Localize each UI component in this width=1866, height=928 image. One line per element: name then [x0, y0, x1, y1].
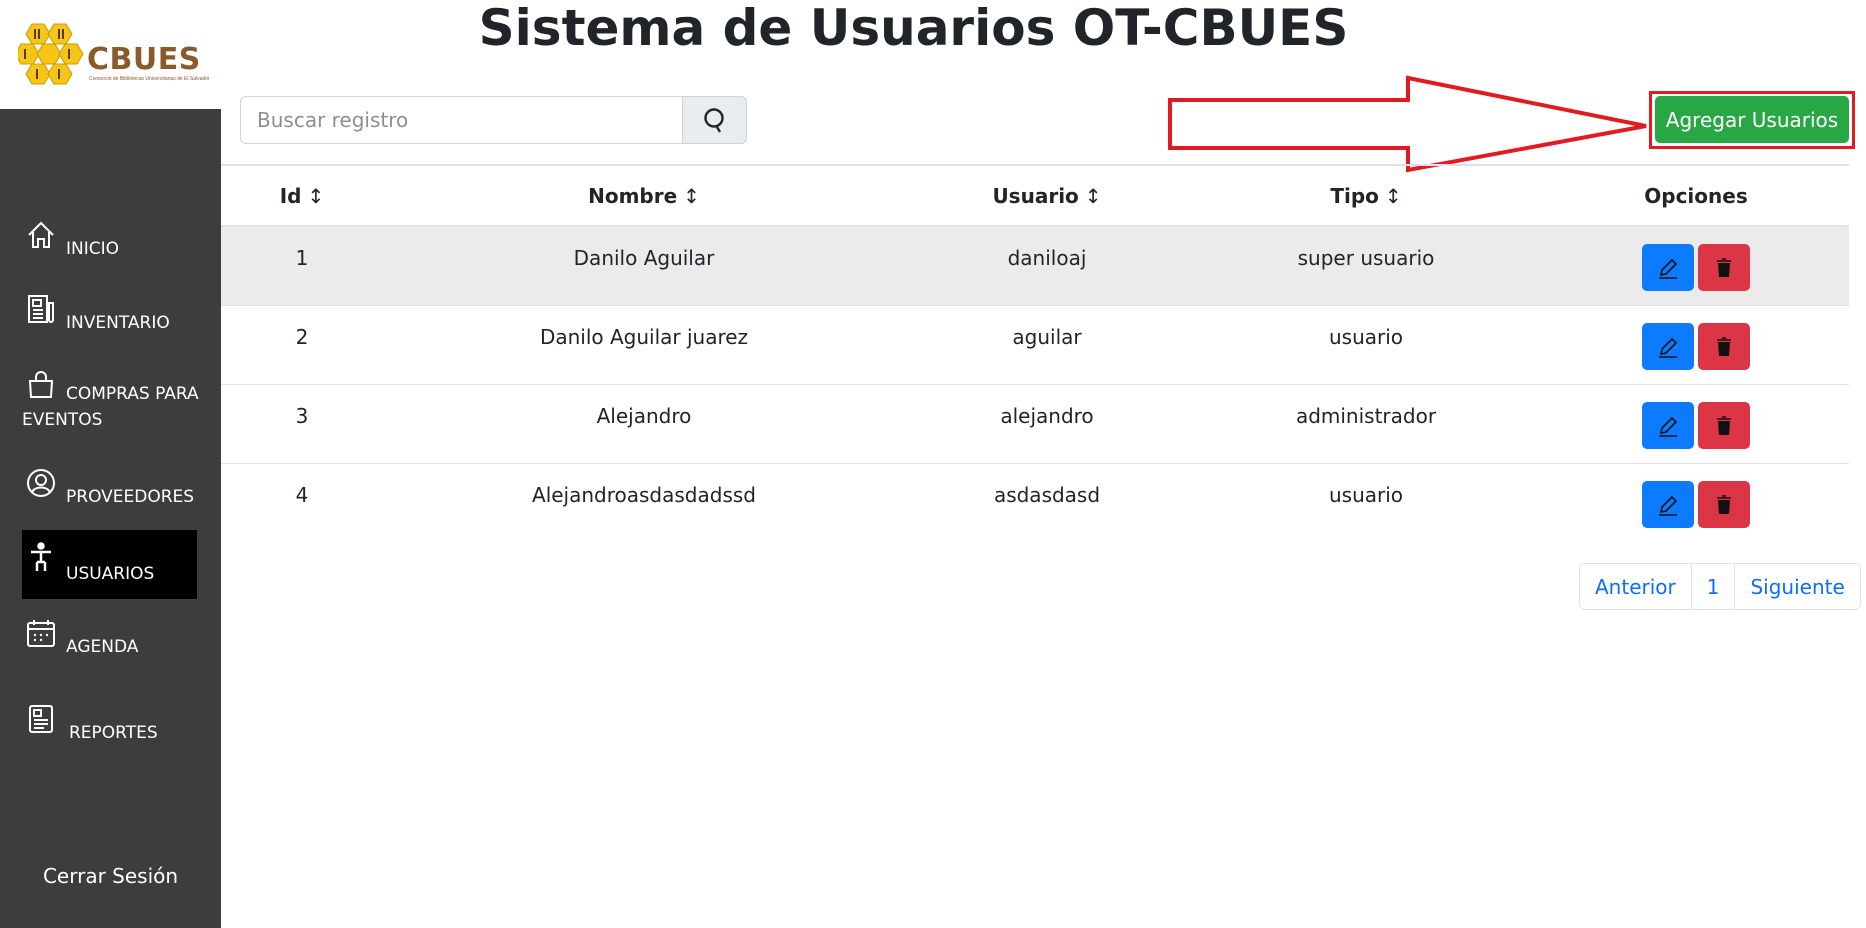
- column-header-label: Id: [279, 184, 302, 208]
- sidebar-item-reportes[interactable]: REPORTES: [22, 703, 198, 747]
- pencil-icon: [1659, 495, 1678, 516]
- cell-usuario: asdasdasd: [993, 483, 1101, 507]
- column-header-label: Tipo: [1330, 184, 1379, 208]
- sort-icon: ↕: [307, 184, 325, 208]
- sidebar-item-label-line2: EVENTOS: [22, 410, 103, 430]
- edit-button[interactable]: [1642, 244, 1694, 291]
- cell-nombre: Danilo Aguilar juarez: [539, 325, 749, 349]
- cell-tipo: usuario: [1328, 483, 1404, 507]
- sidebar-item-inicio[interactable]: INICIO: [22, 219, 198, 263]
- cell-tipo: usuario: [1328, 325, 1404, 349]
- sidebar-item-label: AGENDA: [66, 637, 139, 657]
- cell-usuario: aguilar: [1012, 325, 1082, 349]
- table-header: Id ↕ Nombre ↕ Usuario ↕ Tipo ↕ Opciones: [221, 164, 1849, 227]
- sort-icon: ↕: [1084, 184, 1102, 208]
- table-row: 2 Danilo Aguilar juarez aguilar usuario: [221, 306, 1849, 385]
- calendar-icon: [27, 620, 55, 647]
- add-users-button[interactable]: Agregar Usuarios: [1655, 96, 1849, 143]
- sidebar-item-label: INVENTARIO: [66, 313, 170, 333]
- sidebar-item-inventario[interactable]: INVENTARIO: [22, 293, 198, 337]
- search-bar: [240, 96, 747, 144]
- sidebar-item-usuarios[interactable]: USUARIOS: [22, 530, 197, 599]
- table-row: 3 Alejandro alejandro administrador: [221, 385, 1849, 464]
- sidebar-item-label: INICIO: [66, 239, 120, 259]
- sidebar-item-agenda[interactable]: AGENDA: [22, 617, 198, 661]
- cell-tipo: super usuario: [1297, 246, 1435, 270]
- person-standing-icon: [31, 542, 51, 571]
- cell-nombre: Danilo Aguilar: [573, 246, 715, 270]
- pencil-icon: [1659, 416, 1678, 437]
- sidebar-item-label: REPORTES: [69, 723, 158, 743]
- sidebar-item-compras[interactable]: COMPRAS PARA EVENTOS: [22, 369, 199, 441]
- sidebar-item-label: USUARIOS: [66, 564, 155, 584]
- trash-icon: [1717, 336, 1731, 356]
- shopping-bag-icon: [28, 371, 54, 398]
- users-table: Id ↕ Nombre ↕ Usuario ↕ Tipo ↕ Opciones 1 Da…: [221, 164, 1849, 543]
- search-button[interactable]: [683, 96, 747, 144]
- report-icon: [29, 705, 53, 733]
- delete-button[interactable]: [1698, 402, 1750, 449]
- column-header-opciones: Opciones: [1644, 184, 1747, 208]
- column-header-label: Opciones: [1644, 184, 1748, 208]
- trash-icon: [1717, 494, 1731, 514]
- delete-button[interactable]: [1698, 244, 1750, 291]
- cell-id: 1: [295, 246, 309, 270]
- cell-id: 3: [295, 404, 309, 428]
- delete-button[interactable]: [1698, 323, 1750, 370]
- sort-icon: ↕: [683, 184, 700, 208]
- column-header-id[interactable]: Id ↕: [280, 184, 325, 208]
- delete-button[interactable]: [1698, 481, 1750, 528]
- newspaper-icon: [28, 295, 54, 323]
- trash-icon: [1717, 257, 1731, 277]
- sidebar-item-label-line1: COMPRAS PARA: [66, 384, 199, 404]
- cell-usuario: daniloaj: [1007, 246, 1087, 270]
- edit-button[interactable]: [1642, 323, 1694, 370]
- cell-id: 4: [295, 483, 309, 507]
- sidebar-item-label: PROVEEDORES: [66, 487, 195, 507]
- trash-icon: [1717, 415, 1731, 435]
- pagination-next[interactable]: Siguiente: [1735, 564, 1859, 609]
- sidebar-item-proveedores[interactable]: PROVEEDORES: [22, 467, 198, 511]
- table-row: 4 Alejandroasdasdadssd asdasdasd usuario: [221, 464, 1849, 543]
- column-header-label: Usuario: [992, 184, 1079, 208]
- edit-button[interactable]: [1642, 481, 1694, 528]
- logo-subtitle: Consorcio de Bibliotecas Universitarias …: [89, 76, 210, 82]
- page-title: Sistema de Usuarios OT-CBUES: [478, 0, 1349, 57]
- cell-usuario: alejandro: [1000, 404, 1094, 428]
- home-icon: [28, 221, 54, 248]
- cell-id: 2: [295, 325, 309, 349]
- pagination: Anterior 1 Siguiente: [1579, 563, 1861, 610]
- sidebar: INICIO INVENTARIO COMPRAS PARA EVENTOS P…: [0, 109, 221, 928]
- column-header-nombre[interactable]: Nombre ↕: [588, 184, 700, 208]
- sort-icon: ↕: [1384, 184, 1402, 208]
- table-row: 1 Danilo Aguilar daniloaj super usuario: [221, 227, 1849, 306]
- annotation-arrow: [1168, 75, 1647, 173]
- cell-nombre: Alejandro: [596, 404, 692, 428]
- column-header-label: Nombre: [588, 184, 678, 208]
- column-header-tipo[interactable]: Tipo ↕: [1330, 184, 1401, 208]
- pagination-prev[interactable]: Anterior: [1580, 564, 1692, 609]
- column-header-usuario[interactable]: Usuario ↕: [992, 184, 1101, 208]
- cell-tipo: administrador: [1295, 404, 1437, 428]
- person-circle-icon: [27, 469, 55, 497]
- pencil-icon: [1659, 258, 1678, 279]
- pagination-page[interactable]: 1: [1692, 564, 1736, 609]
- edit-button[interactable]: [1642, 402, 1694, 449]
- search-input[interactable]: [240, 96, 683, 144]
- cell-nombre: Alejandroasdasdadssd: [532, 483, 756, 507]
- logout-link[interactable]: Cerrar Sesión: [0, 864, 221, 888]
- search-icon: [703, 108, 724, 133]
- pencil-icon: [1659, 337, 1678, 358]
- page: CBUES Consorcio de Bibliotecas Universit…: [0, 0, 1866, 928]
